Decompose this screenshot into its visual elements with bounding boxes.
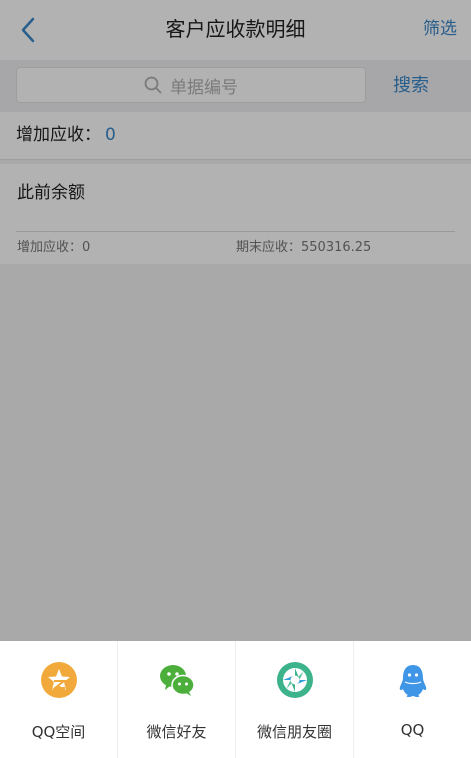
- share-item-qq[interactable]: QQ: [354, 641, 471, 758]
- share-label-moments: 微信朋友圈: [256, 723, 332, 741]
- modal-overlay[interactable]: [0, 0, 471, 641]
- page: 客户应收款明细 筛选 单据编号 搜索 增加应收： 0 此前余额 增加应收：0 期末…: [0, 0, 471, 758]
- qzone-icon: [40, 662, 77, 698]
- share-item-moments[interactable]: 微信朋友圈: [236, 641, 354, 758]
- share-item-qzone[interactable]: QQ空间: [0, 641, 118, 758]
- wechat-icon: [159, 665, 195, 696]
- qq-icon: [399, 665, 426, 697]
- share-label-qq: QQ: [400, 721, 425, 739]
- share-item-wechat[interactable]: 微信好友: [118, 641, 236, 758]
- share-label-qzone: QQ空间: [31, 723, 86, 741]
- share-sheet: QQ空间 微信好友 微信朋友圈 QQ: [0, 641, 471, 758]
- moments-icon: [276, 662, 313, 698]
- share-label-wechat: 微信好友: [146, 723, 207, 741]
